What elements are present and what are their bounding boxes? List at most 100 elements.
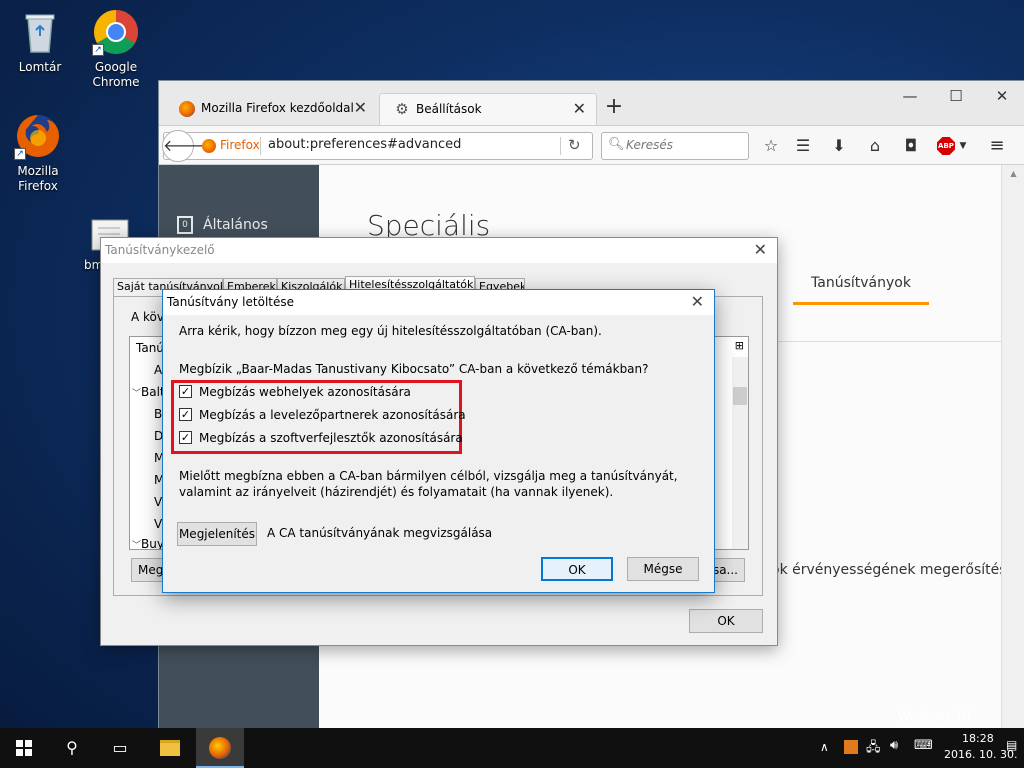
adblock-dropdown-icon[interactable]: ▼	[953, 136, 973, 156]
scroll-thumb[interactable]	[733, 387, 747, 405]
desktop-icon-label: Mozilla Firefox	[17, 164, 59, 193]
taskbar-firefox[interactable]	[196, 728, 244, 768]
action-center-icon[interactable]: ▤	[1006, 738, 1017, 752]
show-hidden-icons[interactable]: ∧	[820, 740, 829, 754]
navigation-toolbar: 🡐 Firefox about:preferences#advanced ↻ 🔍…	[159, 125, 1024, 165]
ok-button[interactable]: OK	[689, 609, 763, 633]
dialog-titlebar: Tanúsítványkezelő ✕	[101, 238, 777, 263]
dialog-titlebar: Tanúsítvány letöltése ✕	[163, 290, 714, 315]
desktop-icon-chrome[interactable]: ↗ Google Chrome	[78, 8, 154, 90]
clock-time[interactable]: 18:28	[962, 732, 994, 745]
keyboard-icon[interactable]: ⌨	[914, 738, 933, 753]
chevron-down-icon: ﹀	[132, 541, 142, 549]
checkbox-trust-websites[interactable]: ✓ Megbízás webhelyek azonosítására	[179, 382, 411, 402]
tree-item[interactable]: B	[154, 407, 162, 421]
task-view-icon[interactable]: ▭	[96, 728, 144, 768]
network-icon[interactable]: 🖧	[866, 738, 881, 760]
panel-description: A köv	[131, 310, 164, 324]
firefox-icon: ↗	[14, 112, 62, 160]
url-bar[interactable]: 🡐 Firefox about:preferences#advanced ↻	[162, 130, 593, 162]
search-input[interactable]: Keresés	[626, 138, 673, 152]
taskbar: ⚲ ▭ ∧ 🖧 🔊︎ ⌨ 18:28 2016. 10. 30. ▤	[0, 728, 1024, 768]
gear-icon: ⚙	[395, 100, 409, 118]
chevron-down-icon: ﹀	[132, 389, 142, 399]
volume-icon[interactable]: 🔊︎	[890, 738, 898, 753]
start-button[interactable]	[0, 728, 48, 768]
description-text: ok érvényességének megerősítésh	[771, 562, 1016, 578]
dialog-title: Tanúsítvány letöltése	[167, 295, 294, 309]
checkbox-checked-icon[interactable]: ✓	[179, 431, 192, 444]
download-icon[interactable]: ⬇	[829, 136, 849, 156]
identity-label: Firefox	[220, 138, 260, 152]
checkbox-trust-software[interactable]: ✓ Megbízás a szoftverfejlesztők azonosít…	[179, 428, 463, 448]
search-icon: 🔍︎	[608, 137, 625, 152]
tab-label: Mozilla Firefox kezdőoldal	[201, 101, 354, 115]
search-icon[interactable]: ⚲	[48, 728, 96, 768]
firefox-tab-icon	[179, 101, 195, 117]
general-icon: 0	[177, 216, 193, 234]
home-icon[interactable]: ⌂	[865, 136, 885, 156]
tree-group[interactable]: ﹀Balt	[132, 385, 165, 399]
close-icon[interactable]: ✕	[691, 290, 704, 314]
scroll-up-icon[interactable]: ▲	[1002, 169, 1024, 178]
trust-question: Megbízik „Baar-Madas Tanustivany Kibocsa…	[179, 362, 649, 376]
back-button[interactable]: 🡐	[162, 130, 206, 162]
tab-close-icon[interactable]: ✕	[573, 94, 586, 124]
view-certificate-button[interactable]: Megjelenítés	[177, 522, 257, 546]
recycle-bin-icon	[16, 8, 64, 56]
pocket-icon[interactable]: ◘	[901, 136, 921, 156]
tree-group[interactable]: ﹀Buy	[132, 537, 164, 549]
tree-item[interactable]: A	[154, 363, 162, 377]
checkbox-checked-icon[interactable]: ✓	[179, 385, 192, 398]
url-separator	[560, 137, 561, 155]
dialog-title: Tanúsítványkezelő	[105, 243, 215, 257]
chrome-icon: ↗	[92, 8, 140, 56]
close-icon[interactable]: ✕	[754, 238, 767, 262]
advice-text: Mielőtt megbízna ebben a CA-ban bármilye…	[179, 469, 678, 499]
sidebar-item-label: Általános	[203, 217, 268, 233]
url-separator	[260, 137, 261, 155]
checkbox-trust-email[interactable]: ✓ Megbízás a levelezőpartnerek azonosítá…	[179, 405, 466, 425]
url-text[interactable]: about:preferences#advanced	[268, 137, 461, 152]
checkbox-checked-icon[interactable]: ✓	[179, 408, 192, 421]
tab-firefox-start[interactable]: Mozilla Firefox kezdőoldal ✕	[165, 93, 377, 125]
reading-list-icon[interactable]: ☰	[793, 136, 813, 156]
view-caption: A CA tanúsítványának megvizsgálása	[267, 526, 493, 540]
new-tab-button[interactable]: +	[601, 95, 627, 121]
tree-column-picker-icon[interactable]: ⊞	[735, 339, 744, 352]
firefox-identity-icon	[202, 139, 216, 153]
search-bar[interactable]: 🔍︎ Keresés	[601, 132, 749, 160]
tab-settings[interactable]: ⚙ Beállítások ✕	[379, 93, 597, 125]
shortcut-arrow-icon: ↗	[92, 44, 104, 56]
cancel-button[interactable]: Mégse	[627, 557, 699, 581]
download-certificate-dialog: Tanúsítvány letöltése ✕ Arra kérik, hogy…	[162, 289, 715, 593]
windows-logo-icon	[16, 740, 32, 756]
tab-label: Beállítások	[416, 102, 482, 116]
desktop-icon-recycle-bin[interactable]: Lomtár	[2, 8, 78, 75]
checkbox-label: Megbízás a szoftverfejlesztők azonosítás…	[199, 431, 463, 445]
reload-icon[interactable]: ↻	[568, 136, 581, 154]
tree-group-label: Buy	[141, 537, 164, 549]
content-scrollbar[interactable]: ▲	[1001, 165, 1024, 731]
maximize-button[interactable]: ☐	[933, 81, 979, 111]
ok-button[interactable]: OK	[541, 557, 613, 581]
menu-hamburger-icon[interactable]: ≡	[987, 136, 1007, 156]
sidebar-item-general[interactable]: 0 Általános	[177, 213, 268, 237]
tab-certificates[interactable]: Tanúsítványok	[793, 263, 929, 305]
desktop-icon-label: Google Chrome	[92, 60, 140, 89]
intro-text: Arra kérik, hogy bízzon meg egy új hitel…	[179, 324, 602, 338]
checkbox-label: Megbízás webhelyek azonosítására	[199, 385, 411, 399]
shortcut-arrow-icon: ↗	[14, 148, 26, 160]
tab-strip: Mozilla Firefox kezdőoldal ✕ ⚙ Beállítás…	[159, 81, 1024, 125]
tree-scrollbar[interactable]	[732, 357, 748, 549]
bookmark-star-icon[interactable]: ☆	[761, 136, 781, 156]
tab-close-icon[interactable]: ✕	[354, 93, 367, 123]
firefox-icon	[209, 737, 231, 759]
checkbox-label: Megbízás a levelezőpartnerek azonosításá…	[199, 408, 466, 422]
close-window-button[interactable]: ✕	[979, 81, 1024, 111]
tray-app-icon[interactable]	[844, 740, 858, 754]
desktop-icon-firefox[interactable]: ↗ Mozilla Firefox	[0, 112, 76, 194]
minimize-button[interactable]: —	[887, 81, 933, 111]
file-explorer-icon[interactable]	[146, 728, 194, 768]
desktop-icon-label: Lomtár	[18, 60, 62, 74]
